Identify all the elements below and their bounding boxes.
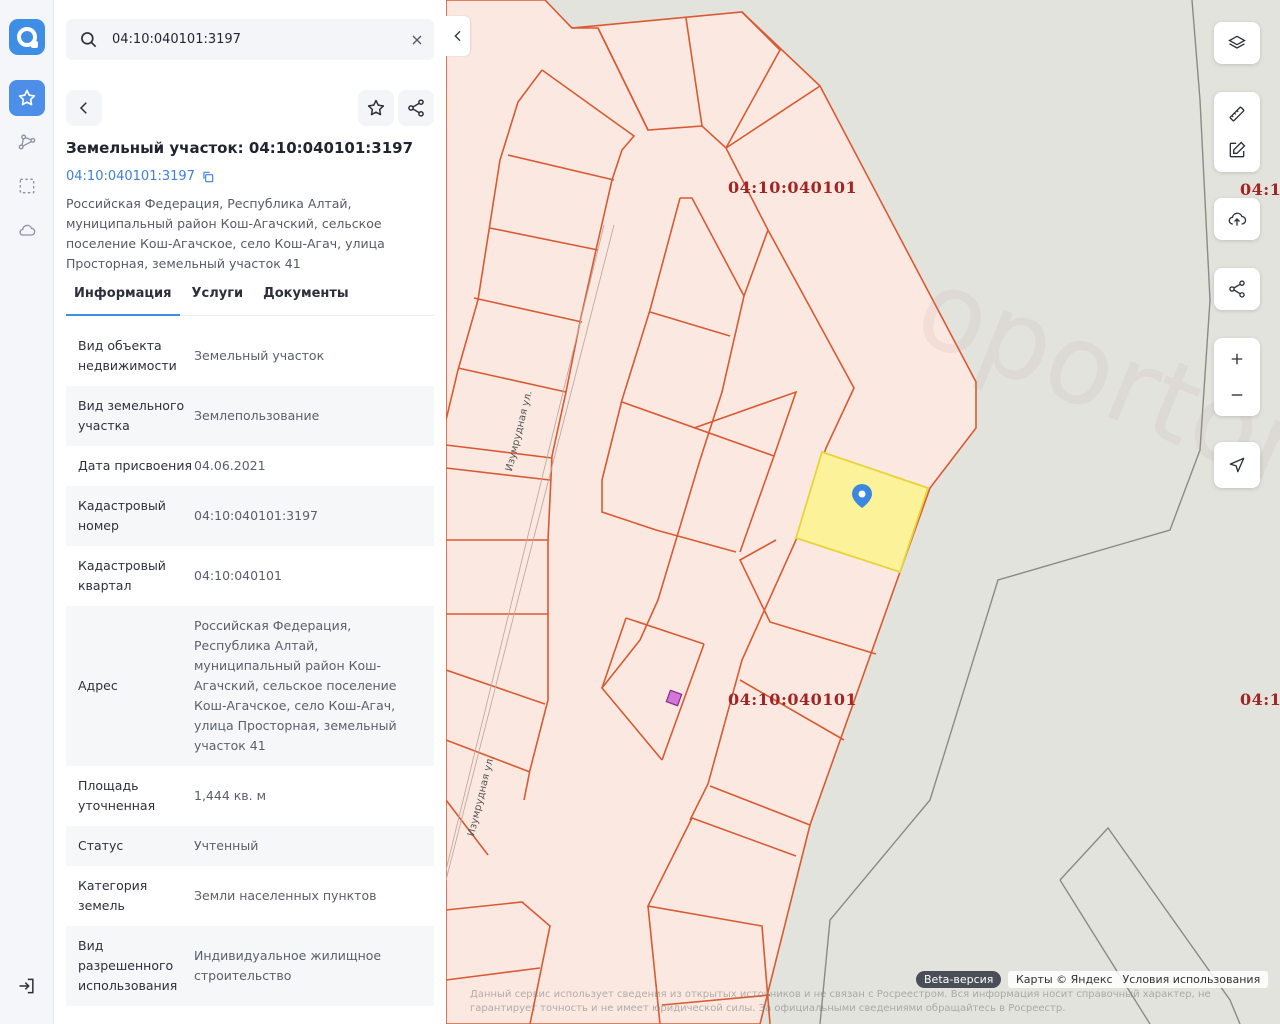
object-address: Российская Федерация, Республика Алтай, … xyxy=(66,196,385,271)
quarter-label: 04:10:040101 xyxy=(728,178,858,197)
row-key: Категория земель xyxy=(78,878,148,913)
row-key: Адрес xyxy=(78,678,118,693)
route-tool-button[interactable] xyxy=(9,124,45,160)
row-key: Кадастровый номер xyxy=(78,498,166,533)
search-input[interactable] xyxy=(106,32,400,47)
share-button[interactable] xyxy=(398,90,434,126)
share-icon xyxy=(1229,280,1245,298)
ruler-icon xyxy=(1229,106,1245,122)
table-row: Площадь уточненная 1,444 кв. м xyxy=(66,766,434,826)
table-row: Дата присвоения 04.06.2021 xyxy=(66,446,434,486)
upload-button[interactable] xyxy=(1214,198,1260,240)
table-row: Кадастровый номер 04:10:040101:3197 xyxy=(66,486,434,546)
logout-button[interactable] xyxy=(9,968,45,1004)
row-key: Дата присвоения xyxy=(78,458,192,473)
app-logo[interactable] xyxy=(9,19,45,55)
tabs: Информация Услуги Документы xyxy=(66,280,434,316)
add-favorite-button[interactable] xyxy=(358,90,394,126)
tab-documents[interactable]: Документы xyxy=(255,280,357,316)
left-rail xyxy=(0,0,54,1024)
row-key: Кадастровый квартал xyxy=(78,558,166,593)
row-value: Земли населенных пунктов xyxy=(194,888,377,903)
row-key: Площадь уточненная xyxy=(78,778,156,813)
cadastral-number-text[interactable]: 04:10:040101:3197 xyxy=(66,169,195,184)
quarter-label: 04:1 xyxy=(1240,690,1280,709)
row-key: Вид земельного участка xyxy=(78,398,185,433)
info-panel: Земельный участок: 04:10:040101:3197 04:… xyxy=(54,0,446,1024)
quarter-label: 04:1 xyxy=(1240,180,1280,199)
zoom-out-button[interactable] xyxy=(1214,377,1260,413)
chevron-left-icon xyxy=(454,30,461,42)
row-value: Земельный участок xyxy=(194,348,325,363)
row-value: Индивидуальное жилищное строительство xyxy=(194,948,382,983)
layers-icon xyxy=(1228,35,1246,49)
edit-button[interactable] xyxy=(1214,132,1260,168)
clear-search-button[interactable] xyxy=(400,32,434,48)
row-value: Российская Федерация, Республика Алтай, … xyxy=(194,618,397,753)
geolocation-button[interactable] xyxy=(1214,442,1260,488)
row-value: 04:10:040101 xyxy=(194,568,282,583)
row-key: Статус xyxy=(78,838,124,853)
tab-information[interactable]: Информация xyxy=(66,280,180,316)
cadastral-number-link[interactable]: 04:10:040101:3197 xyxy=(66,169,215,184)
map-canvas[interactable]: oportonoshop 04:10:040101 04:10:040101 0… xyxy=(446,0,1280,1024)
zoom-in-button[interactable] xyxy=(1214,341,1260,377)
measure-tools xyxy=(1214,92,1260,172)
table-row: Адрес Российская Федерация, Республика Ал… xyxy=(66,606,434,766)
dashed-square-icon xyxy=(19,178,35,194)
map-share-button[interactable] xyxy=(1214,268,1260,310)
ruler-button[interactable] xyxy=(1214,96,1260,132)
row-key: Вид объекта недвижимости xyxy=(78,338,177,373)
row-value: Землепользование xyxy=(194,408,320,423)
table-row: Статус Учтенный xyxy=(66,826,434,866)
collapse-panel-button[interactable] xyxy=(446,16,470,56)
layers-button[interactable] xyxy=(1214,22,1260,64)
chevron-left-icon xyxy=(79,102,87,114)
row-value: 04:10:040101:3197 xyxy=(194,508,318,523)
login-icon xyxy=(19,978,34,994)
search-icon xyxy=(66,30,106,50)
zoom-controls xyxy=(1214,338,1260,416)
terms-link[interactable]: Условия использования xyxy=(1123,973,1261,986)
logo-icon xyxy=(17,27,38,48)
nodes-icon xyxy=(18,134,36,150)
minus-icon xyxy=(1231,394,1243,396)
map-attribution: Карты © Яндекс Условия использования xyxy=(1008,971,1269,988)
table-row: Категория земель Земли населенных пунктов xyxy=(66,866,434,926)
cadastral-map[interactable] xyxy=(446,0,1280,1024)
table-row: Кадастровый квартал 04:10:040101 xyxy=(66,546,434,606)
table-row: Вид объекта недвижимости Земельный участо… xyxy=(66,326,434,386)
copy-icon[interactable] xyxy=(201,170,215,184)
cloud-button[interactable] xyxy=(9,212,45,248)
cloud-icon xyxy=(19,224,36,236)
selection-tool-button[interactable] xyxy=(9,168,45,204)
table-row: Вид разрешенного использования Индивидуал… xyxy=(66,926,434,1006)
disclaimer-text: Данный сервис использует сведения из отк… xyxy=(470,989,1211,1014)
object-title: Земельный участок: 04:10:040101:3197 xyxy=(66,139,413,157)
share-icon xyxy=(408,99,424,117)
row-key: Вид разрешенного использования xyxy=(78,938,178,993)
tab-services[interactable]: Услуги xyxy=(184,280,252,316)
edit-icon xyxy=(1229,141,1246,158)
row-value: Учтенный xyxy=(194,838,259,853)
star-icon xyxy=(18,89,36,106)
search-box xyxy=(66,19,434,60)
back-button[interactable] xyxy=(66,90,102,126)
info-table: Вид объекта недвижимости Земельный участо… xyxy=(66,326,434,1006)
beta-badge: Beta-версия xyxy=(916,971,1002,988)
cloud-upload-icon xyxy=(1228,212,1247,226)
plus-icon xyxy=(1231,353,1243,365)
quarter-label: 04:10:040101 xyxy=(728,690,858,709)
yandex-attribution[interactable]: Карты © Яндекс xyxy=(1016,973,1113,986)
star-icon xyxy=(367,99,385,116)
row-value: 04.06.2021 xyxy=(194,458,266,473)
favorites-button[interactable] xyxy=(9,80,45,116)
navigation-arrow-icon xyxy=(1229,457,1245,473)
table-row: Вид земельного участка Землепользование xyxy=(66,386,434,446)
row-value: 1,444 кв. м xyxy=(194,788,267,803)
close-icon xyxy=(412,35,422,44)
